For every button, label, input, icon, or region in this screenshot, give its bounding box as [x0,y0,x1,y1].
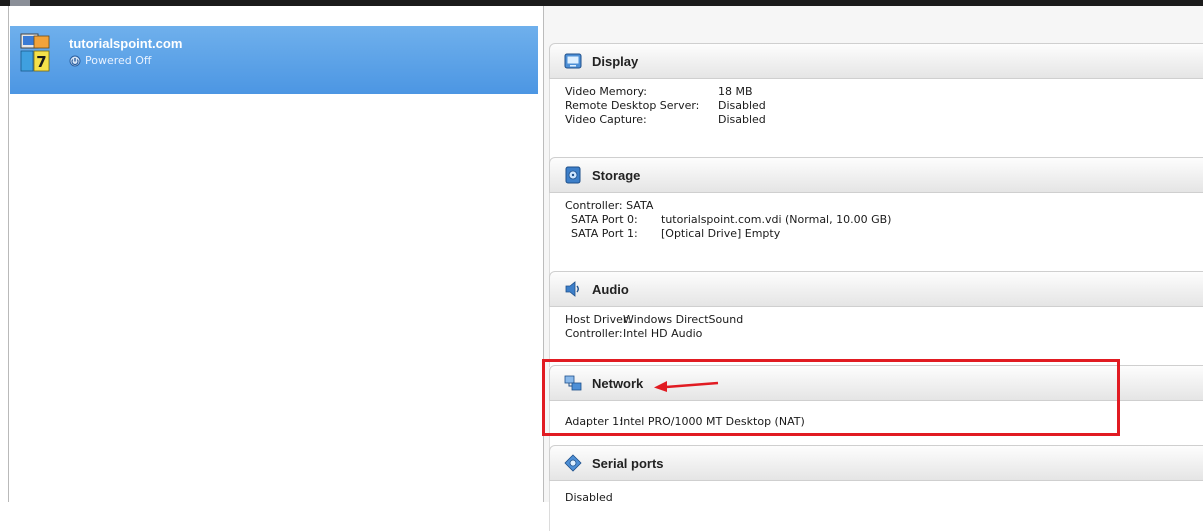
audio-section: Audio Host Driver: Windows DirectSound C… [549,271,1203,367]
audio-body: Host Driver: Windows DirectSound Control… [549,307,1203,367]
storage-header[interactable]: Storage [549,157,1203,193]
network-highlight-box [542,359,1120,436]
display-value: 18 MB [718,85,753,98]
display-body: Video Memory: 18 MB Remote Desktop Serve… [549,79,1203,163]
windows7-vm-icon: 7 [20,33,50,72]
audio-label: Controller: [565,327,623,340]
disk-icon [565,166,581,184]
storage-controller: Controller: SATA [565,199,1203,213]
svg-text:7: 7 [36,53,46,71]
vm-state-label: Powered Off [85,54,152,67]
display-row-video-memory: Video Memory: 18 MB [565,85,1203,99]
vm-state: Powered Off [69,54,152,67]
storage-controller-text: Controller: SATA [565,199,654,212]
powered-off-icon [69,55,81,66]
red-arrow-icon [654,381,719,392]
serial-ports-header[interactable]: Serial ports [549,445,1203,481]
audio-value: Windows DirectSound [623,313,744,326]
storage-label: SATA Port 1: [571,227,638,240]
storage-value: tutorialspoint.com.vdi (Normal, 10.00 GB… [661,213,892,226]
storage-value: [Optical Drive] Empty [661,227,781,240]
display-label: Video Memory: [565,85,647,98]
display-section: Display Video Memory: 18 MB Remote Deskt… [549,43,1203,163]
audio-title: Audio [592,281,629,297]
display-title: Display [592,53,639,69]
vm-list-item[interactable]: 7 tutorialspoint.com Powered Off [10,26,538,94]
monitor-icon [564,53,582,69]
serial-ports-body: Disabled [549,481,1203,531]
storage-row-port1: SATA Port 1: [Optical Drive] Empty [565,227,1203,241]
display-row-remote-desktop: Remote Desktop Server: Disabled [565,99,1203,113]
serial-ports-section: Serial ports Disabled [549,445,1203,531]
speaker-icon [565,281,579,297]
audio-value: Intel HD Audio [623,327,703,340]
serial-port-icon [564,454,582,472]
display-value: Disabled [718,113,766,126]
audio-header[interactable]: Audio [549,271,1203,307]
storage-section: Storage Controller: SATA SATA Port 0: tu… [549,157,1203,277]
display-value: Disabled [718,99,766,112]
storage-title: Storage [592,167,641,183]
display-row-video-capture: Video Capture: Disabled [565,113,1203,127]
storage-row-port0: SATA Port 0: tutorialspoint.com.vdi (Nor… [565,213,1203,227]
storage-body: Controller: SATA SATA Port 0: tutorialsp… [549,193,1203,277]
display-label: Video Capture: [565,113,647,126]
vm-name: tutorialspoint.com [69,36,183,51]
audio-row-host-driver: Host Driver: Windows DirectSound [565,313,1203,327]
vm-list-pane: 7 tutorialspoint.com Powered Off [8,6,539,502]
storage-label: SATA Port 0: [571,213,638,226]
display-label: Remote Desktop Server: [565,99,700,112]
display-header[interactable]: Display [549,43,1203,79]
audio-row-controller: Controller: Intel HD Audio [565,327,1203,341]
serial-ports-title: Serial ports [592,455,664,471]
serial-ports-status: Disabled [565,491,613,504]
audio-label: Host Driver: [565,313,631,326]
